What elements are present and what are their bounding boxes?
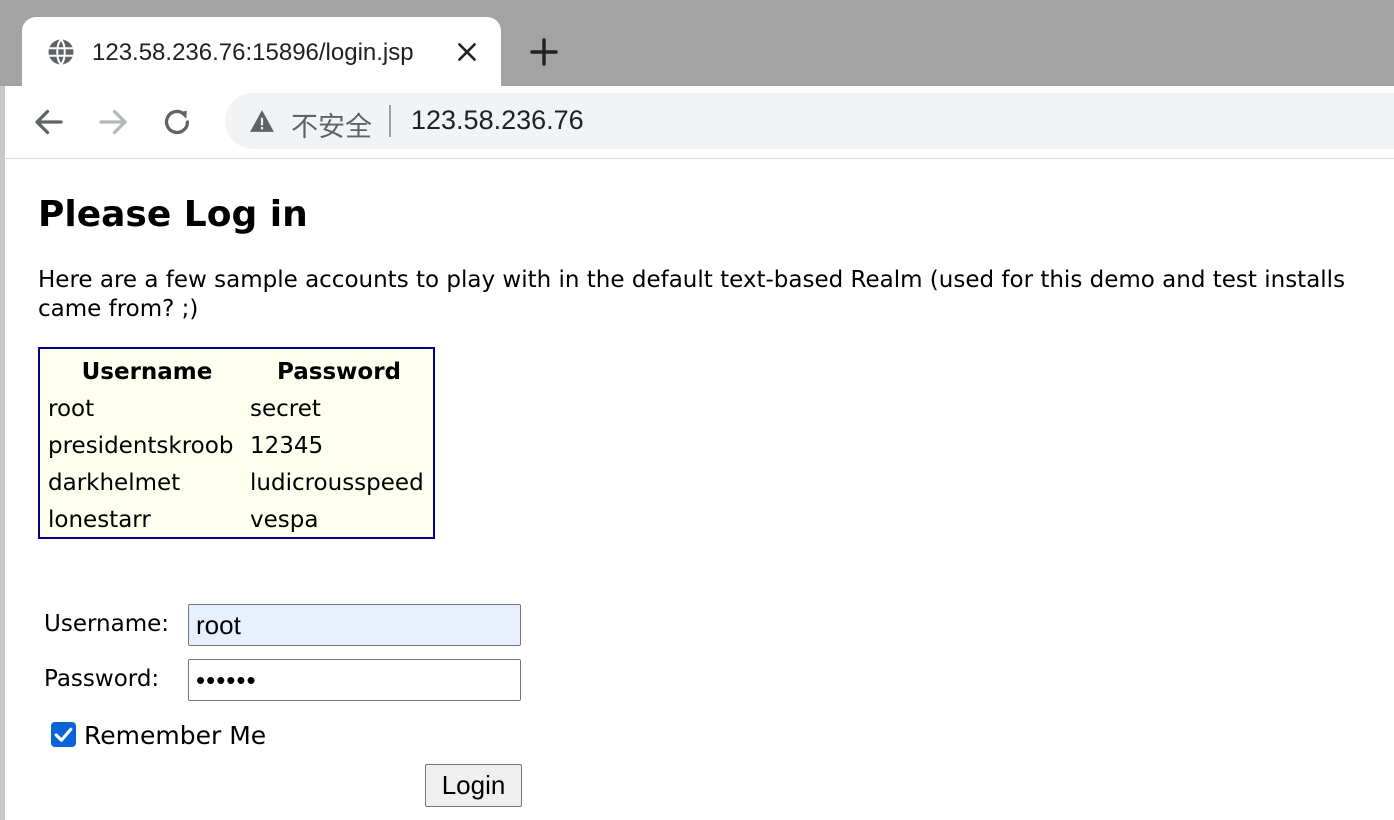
tab-title: 123.58.236.76:15896/login.jsp <box>92 39 414 66</box>
password-cell: ludicrousspeed <box>250 469 424 496</box>
table-header-row: Username Password <box>46 353 430 390</box>
password-input[interactable]: •••••• <box>188 659 521 701</box>
forward-arrow-icon[interactable] <box>95 104 131 140</box>
username-cell: lonestarr <box>48 506 151 533</box>
column-header-username: Username <box>81 358 213 385</box>
password-label: Password: <box>44 666 160 692</box>
intro-text: Here are a few sample accounts to play w… <box>38 266 1394 324</box>
reload-icon[interactable] <box>159 104 195 140</box>
password-cell: 12345 <box>250 432 324 459</box>
omnibox-divider <box>389 105 391 137</box>
login-button[interactable]: Login <box>425 764 522 807</box>
page-title: Please Log in <box>38 194 308 235</box>
browser-tab[interactable]: 123.58.236.76:15896/login.jsp <box>22 17 501 86</box>
table-row: darkhelmet ludicrousspeed <box>46 464 430 501</box>
intro-line-1: Here are a few sample accounts to play w… <box>38 267 1346 293</box>
address-bar[interactable]: 不安全 123.58.236.76 <box>225 93 1394 149</box>
window-edge <box>0 86 5 820</box>
column-header-password: Password <box>277 358 401 385</box>
password-cell: secret <box>250 395 321 422</box>
intro-line-2: came from? ;) <box>38 296 199 322</box>
close-icon[interactable] <box>454 39 480 65</box>
username-input[interactable]: root <box>188 604 521 646</box>
table-row: root secret <box>46 390 430 427</box>
table-row: presidentskroob 12345 <box>46 427 430 464</box>
security-status[interactable]: 不安全 <box>291 105 372 144</box>
username-cell: presidentskroob <box>48 432 234 459</box>
warning-icon[interactable] <box>249 109 275 133</box>
sample-accounts-table: Username Password root secret presidents… <box>38 347 435 539</box>
checkmark-icon <box>54 727 73 742</box>
password-cell: vespa <box>250 506 319 533</box>
remember-me-checkbox[interactable] <box>51 722 76 747</box>
remember-me-label[interactable]: Remember Me <box>84 721 266 750</box>
page-content: Please Log in Here are a few sample acco… <box>38 160 1394 820</box>
username-cell: root <box>48 395 95 422</box>
table-row: lonestarr vespa <box>46 501 430 538</box>
globe-icon <box>48 38 74 66</box>
browser-toolbar: 不安全 123.58.236.76 <box>5 86 1394 159</box>
username-cell: darkhelmet <box>48 469 181 496</box>
plus-icon[interactable] <box>528 36 560 68</box>
username-label: Username: <box>44 611 169 637</box>
back-arrow-icon[interactable] <box>31 104 67 140</box>
url-text[interactable]: 123.58.236.76 <box>411 105 584 136</box>
